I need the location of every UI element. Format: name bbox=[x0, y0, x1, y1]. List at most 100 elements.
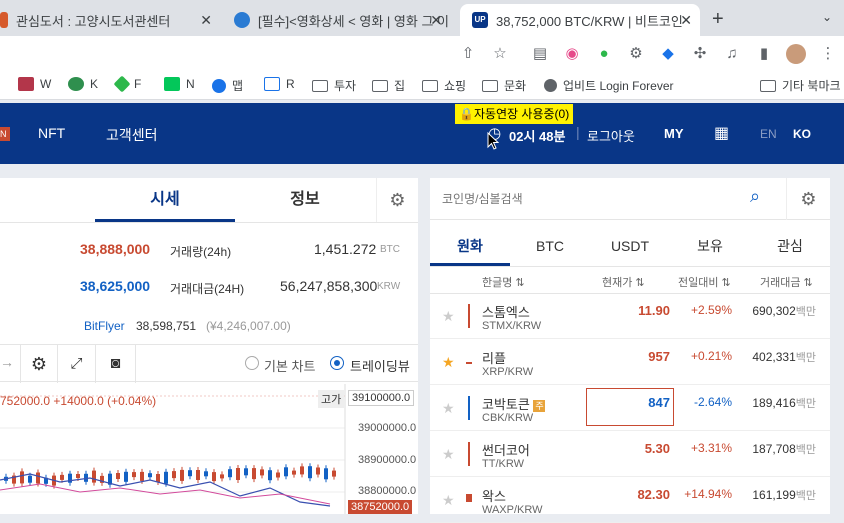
bookmarks-bar: W K F N 맵 R 투자 집 쇼핑 문화 업비트 Login Forever… bbox=[0, 72, 844, 100]
bookmark-f[interactable]: F bbox=[113, 75, 141, 93]
bookmark-label: 맵 bbox=[232, 79, 244, 93]
bookmark-folder-invest[interactable]: 투자 bbox=[312, 77, 356, 94]
tab-krw[interactable]: 원화 bbox=[430, 226, 510, 266]
chevron-down-icon[interactable]: ⌄ bbox=[822, 10, 832, 24]
tab-favorites[interactable]: 관심 bbox=[750, 226, 830, 266]
close-icon[interactable]: ✕ bbox=[200, 12, 212, 29]
basic-chart-label[interactable]: 기본 차트 bbox=[264, 356, 315, 375]
folder-icon bbox=[372, 79, 388, 92]
coin-row[interactable]: ★ 스톰엑스 STMX/KRW 11.90 +2.59% 690,302백만 bbox=[430, 294, 830, 339]
tradingview-label[interactable]: 트레이딩뷰 bbox=[350, 356, 410, 375]
low-price: 38,625,000 bbox=[80, 278, 151, 294]
bookmark-star-icon[interactable]: ☆ bbox=[490, 44, 510, 64]
candle-body bbox=[316, 467, 320, 475]
coin-name: 스톰엑스 bbox=[482, 305, 530, 320]
candle-body bbox=[20, 471, 24, 484]
nav-nft[interactable]: NFT bbox=[38, 125, 65, 141]
extension-color-icon[interactable]: ◉ bbox=[562, 44, 582, 64]
star-icon[interactable]: ★ bbox=[442, 308, 455, 325]
bookmark-folder-home[interactable]: 집 bbox=[372, 77, 405, 94]
chart-settings-gear-icon[interactable]: ⚙ bbox=[20, 345, 58, 383]
bookmark-favicon bbox=[164, 77, 180, 91]
candle-body bbox=[204, 471, 208, 477]
tab-usdt[interactable]: USDT bbox=[590, 226, 670, 266]
tab-info[interactable]: 정보 bbox=[235, 178, 375, 222]
new-tab-icon[interactable]: + bbox=[712, 8, 724, 31]
my-link[interactable]: MY bbox=[664, 126, 684, 141]
browser-tab-library[interactable]: 관심도서 : 고양시도서관센터 ✕ bbox=[0, 4, 220, 36]
side-panel-icon[interactable]: ▮ bbox=[754, 44, 774, 64]
star-icon[interactable]: ★ bbox=[442, 354, 455, 371]
lang-ko[interactable]: KO bbox=[793, 127, 811, 141]
coin-row[interactable]: ★ 왁스 WAXP/KRW 82.30 +14.94% 161,199백만 bbox=[430, 478, 830, 523]
extensions-puzzle-icon[interactable]: ✣ bbox=[690, 44, 710, 64]
browser-toolbar: ⇧ ☆ ▤ ◉ ● ⚙ ◆ ✣ ♫ ▮ ⋮ bbox=[0, 36, 844, 72]
bitflyer-label[interactable]: BitFlyer bbox=[84, 319, 125, 333]
search-icon[interactable]: ⌕ bbox=[750, 186, 760, 207]
tab-price[interactable]: 시세 bbox=[95, 178, 235, 222]
coin-row[interactable]: ★ 코박토큰 주 CBK/KRW 847 -2.64% 189,416백만 bbox=[430, 386, 830, 431]
fullscreen-icon[interactable]: ⤢ bbox=[58, 345, 96, 383]
folder-icon bbox=[760, 79, 776, 92]
coin-symbol: STMX/KRW bbox=[482, 320, 542, 332]
nav-customer-center[interactable]: 고객센터 bbox=[106, 125, 158, 145]
tab-btc[interactable]: BTC bbox=[510, 226, 590, 266]
bookmark-map[interactable]: 맵 bbox=[212, 77, 243, 94]
logout-link[interactable]: 로그아웃 bbox=[587, 126, 635, 145]
price-chart[interactable]: 752000.0 +14000.0 (+0.04%) 고가 39100000.0… bbox=[0, 384, 418, 514]
candle-body bbox=[76, 474, 80, 478]
volume-unit: 백만 bbox=[795, 444, 816, 456]
radio-basic-chart[interactable] bbox=[245, 356, 259, 370]
close-icon[interactable]: ✕ bbox=[430, 12, 442, 29]
header-name[interactable]: 한글명 ⇅ bbox=[482, 274, 525, 290]
bookmark-upbit-login[interactable]: 업비트 Login Forever bbox=[544, 77, 674, 94]
divider bbox=[430, 266, 830, 267]
search-input[interactable] bbox=[442, 188, 742, 210]
gear-icon[interactable]: ⚙ bbox=[626, 44, 646, 64]
bookmark-folder-shopping[interactable]: 쇼핑 bbox=[422, 77, 466, 94]
grid-menu-icon[interactable]: ▦ bbox=[714, 123, 729, 143]
bookmark-label: 집 bbox=[394, 79, 406, 93]
browser-tab-upbit[interactable]: UP 38,752,000 BTC/KRW | 비트코인 ✕ bbox=[460, 4, 700, 36]
mini-candle bbox=[468, 442, 470, 466]
bookmark-folder-other[interactable]: 기타 북마크 bbox=[760, 77, 841, 94]
avatar[interactable] bbox=[786, 44, 806, 64]
coin-row[interactable]: ★ 썬더코어 TT/KRW 5.30 +3.31% 187,708백만 bbox=[430, 432, 830, 477]
chart-toolbar: → ⚙ ⤢ ◙ 기본 차트 트레이딩뷰 bbox=[0, 344, 418, 383]
star-icon[interactable]: ★ bbox=[442, 446, 455, 463]
close-icon[interactable]: ✕ bbox=[680, 12, 692, 29]
media-queue-icon[interactable]: ♫ bbox=[722, 44, 742, 64]
gear-icon[interactable]: ⚙ bbox=[786, 178, 830, 220]
bookmark-label: 쇼핑 bbox=[444, 79, 467, 93]
axis-label: 39000000.0 bbox=[358, 422, 417, 434]
star-icon[interactable]: ★ bbox=[442, 400, 455, 417]
radio-tradingview[interactable] bbox=[330, 356, 344, 370]
gear-icon[interactable]: ⚙ bbox=[376, 178, 418, 222]
star-icon[interactable]: ★ bbox=[442, 492, 455, 509]
library-favicon bbox=[0, 12, 8, 28]
candle-body bbox=[36, 472, 40, 484]
bookmark-n[interactable]: N bbox=[164, 77, 195, 91]
session-timer[interactable]: 02시 48분 bbox=[509, 126, 565, 145]
tab-holdings[interactable]: 보유 bbox=[670, 226, 750, 266]
header-change[interactable]: 전일대비 ⇅ bbox=[678, 274, 731, 290]
header-volume[interactable]: 거래대금 ⇅ bbox=[760, 274, 813, 290]
bookmark-folder-culture[interactable]: 문화 bbox=[482, 77, 526, 94]
candle-body bbox=[116, 473, 120, 479]
lang-en[interactable]: EN bbox=[760, 127, 777, 141]
bookmark-w[interactable]: W bbox=[18, 77, 51, 91]
more-menu-icon[interactable]: ⋮ bbox=[818, 44, 838, 64]
bookmark-k[interactable]: K bbox=[68, 77, 98, 91]
camera-icon[interactable]: ◙ bbox=[96, 345, 136, 383]
coin-row[interactable]: ★ 리플 XRP/KRW 957 +0.21% 402,331백만 bbox=[430, 340, 830, 385]
extension-green-icon[interactable]: ● bbox=[594, 44, 614, 64]
header-price[interactable]: 현재가 ⇅ bbox=[602, 274, 645, 290]
reader-icon[interactable]: ▤ bbox=[530, 44, 550, 64]
share-icon[interactable]: ⇧ bbox=[458, 44, 478, 64]
header-label: 거래대금 bbox=[760, 277, 801, 289]
arrow-right-icon[interactable]: → bbox=[0, 354, 14, 370]
bookmark-r[interactable]: R bbox=[264, 77, 295, 91]
coin-volume: 161,199백만 bbox=[752, 487, 816, 503]
browser-tab-movie[interactable]: [필수]<영화상세 < 영화 | 영화 그 이 ✕ bbox=[226, 4, 450, 36]
extension-tag-icon[interactable]: ◆ bbox=[658, 44, 678, 64]
